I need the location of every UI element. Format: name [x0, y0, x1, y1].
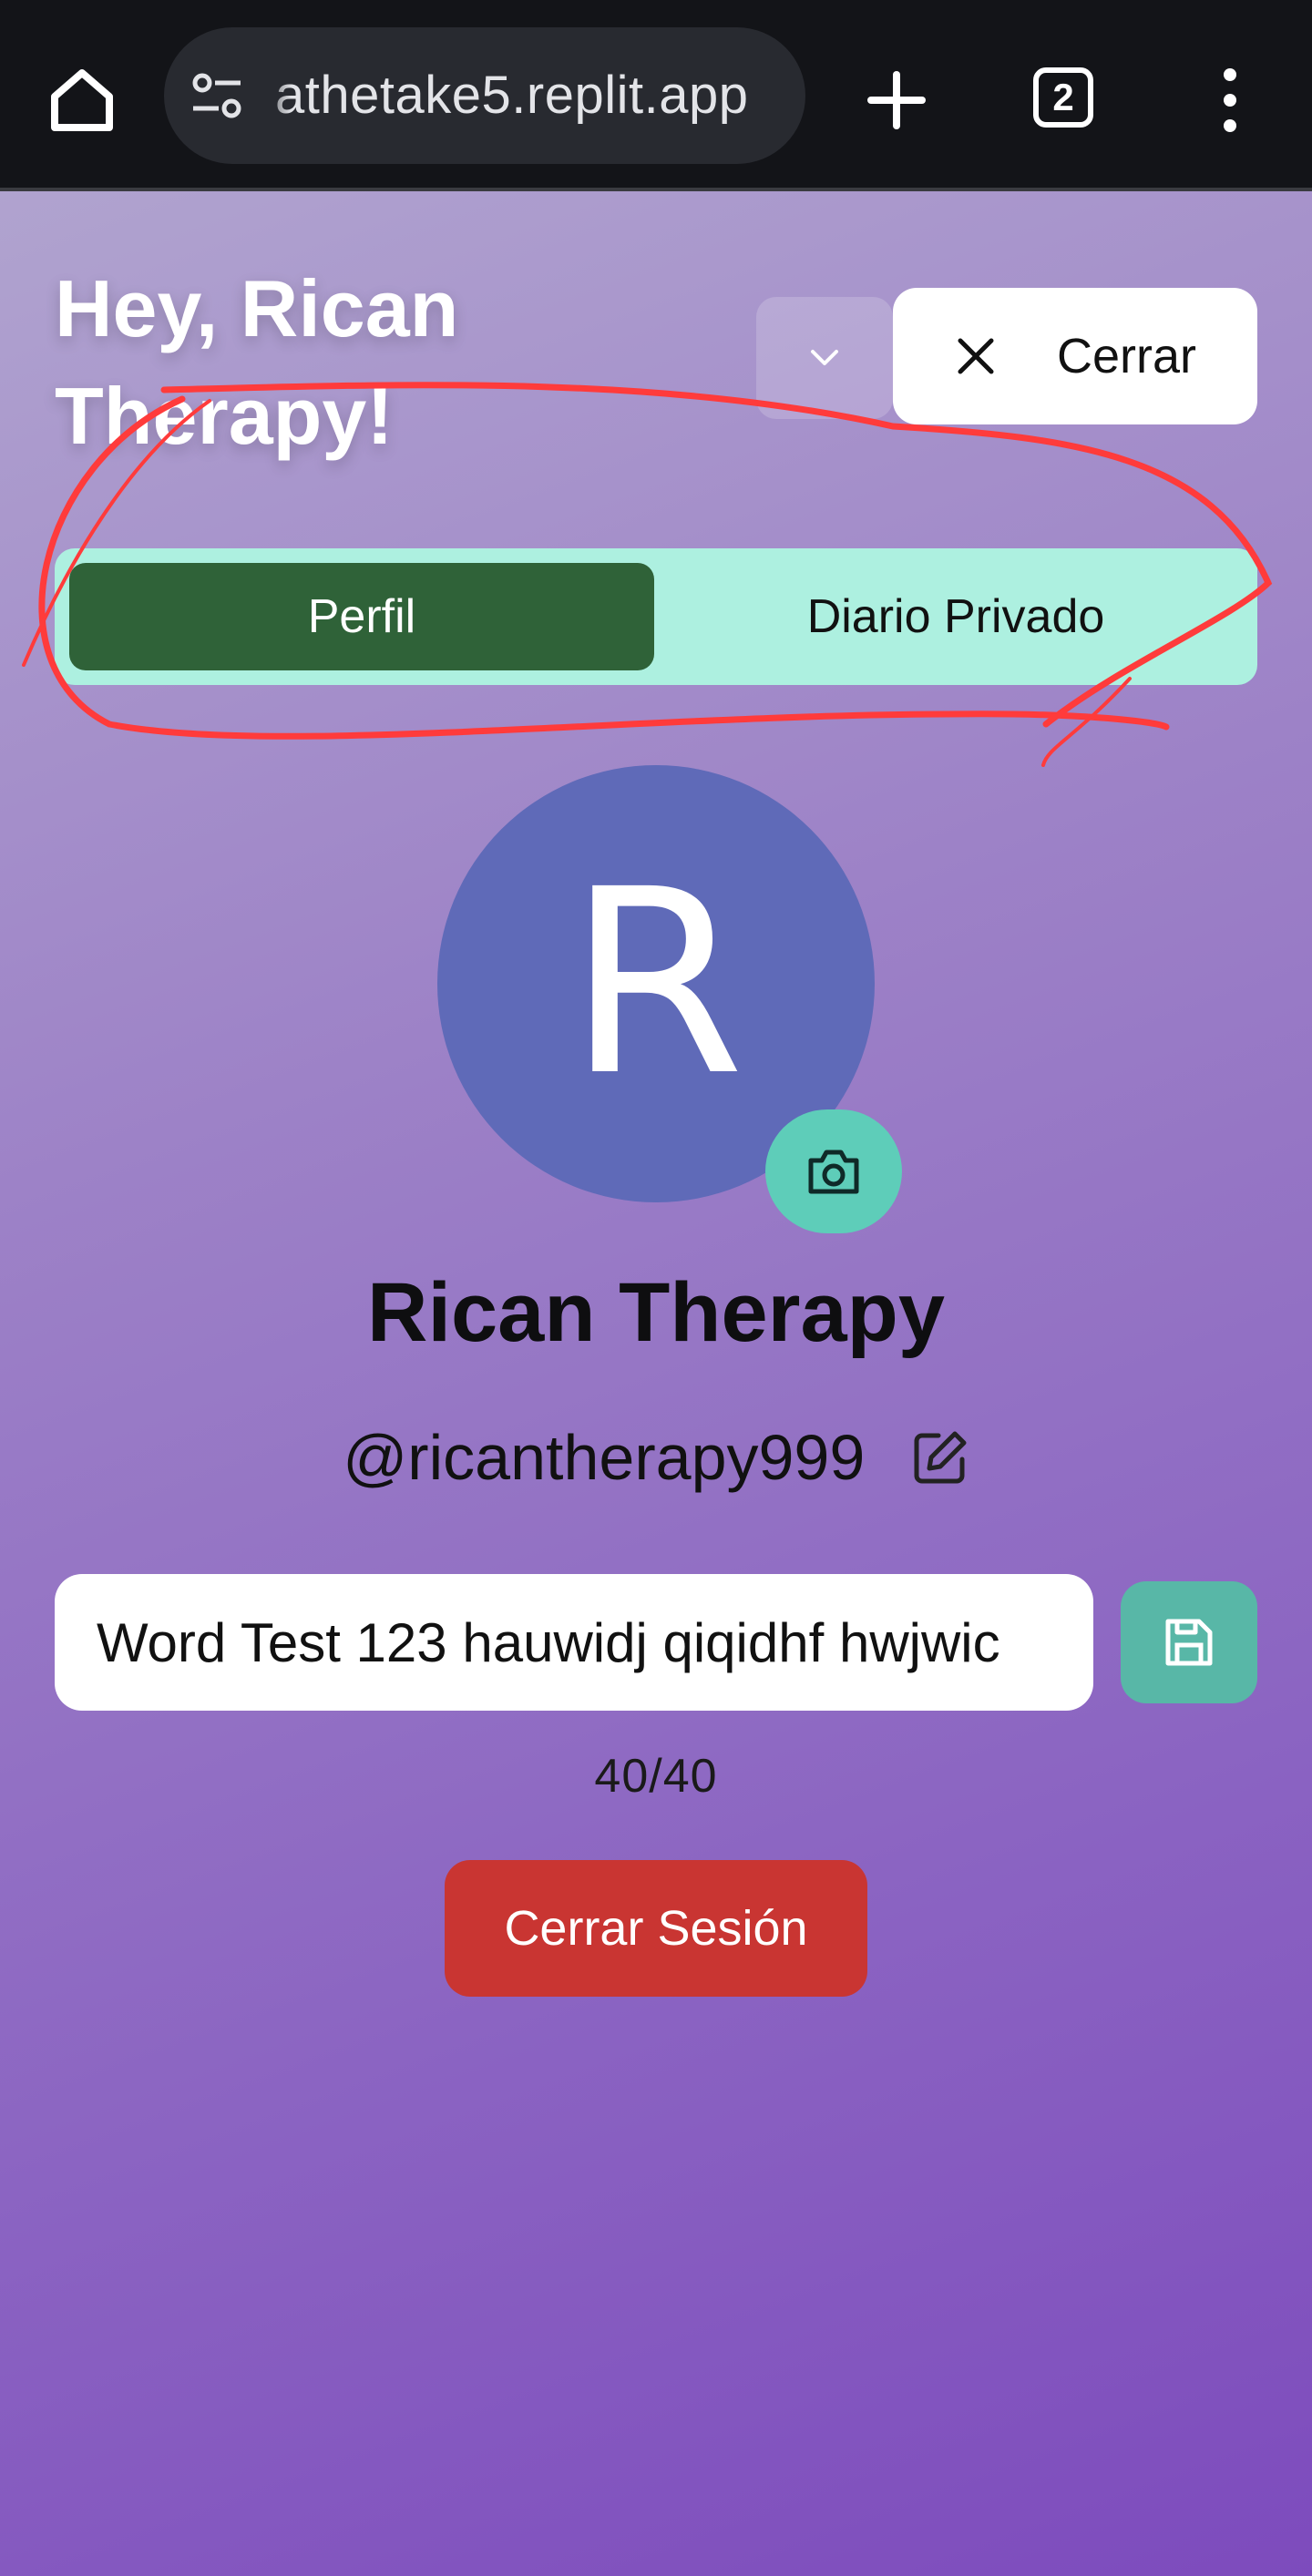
close-button[interactable]: Cerrar — [893, 288, 1257, 424]
logout-button[interactable]: Cerrar Sesión — [445, 1860, 867, 1997]
site-settings-icon[interactable] — [190, 68, 244, 123]
expand-dropdown-button[interactable] — [756, 297, 893, 419]
home-icon[interactable] — [46, 64, 118, 137]
tab-bar: Perfil Diario Privado — [55, 548, 1257, 685]
greeting-line-2: Therapy! — [55, 371, 394, 461]
chevron-down-icon — [811, 350, 838, 365]
tab-perfil[interactable]: Perfil — [69, 563, 654, 670]
username-row: @ricantherapy999 — [0, 1412, 1312, 1503]
tab-diario-privado[interactable]: Diario Privado — [669, 563, 1243, 670]
url-fade — [255, 27, 292, 164]
tab-switcher-button[interactable]: 2 — [1033, 67, 1093, 128]
browser-toolbar: athetake5.replit.app 2 — [0, 0, 1312, 191]
greeting-line-1: Hey, Rican — [55, 263, 459, 353]
username: @ricantherapy999 — [343, 1422, 866, 1493]
character-counter: 40/40 — [594, 1750, 718, 1803]
save-button[interactable] — [1121, 1581, 1257, 1703]
profile-page: Hey, Rican Therapy! Cerrar Perfil Diario… — [0, 191, 1312, 2576]
close-label: Cerrar — [1057, 329, 1197, 383]
more-menu-icon[interactable] — [1212, 64, 1248, 137]
change-photo-button[interactable] — [765, 1109, 902, 1233]
display-name: Rican Therapy — [367, 1266, 945, 1359]
greeting-title: Hey, Rican Therapy! — [55, 255, 547, 470]
address-bar[interactable]: athetake5.replit.app — [164, 27, 805, 164]
new-tab-icon[interactable] — [860, 64, 933, 137]
edit-icon[interactable] — [911, 1428, 969, 1487]
camera-icon — [808, 1150, 859, 1194]
close-icon — [958, 338, 994, 374]
url-text: athetake5.replit.app — [275, 66, 749, 125]
status-input[interactable] — [55, 1574, 1093, 1711]
save-icon — [1165, 1619, 1213, 1666]
